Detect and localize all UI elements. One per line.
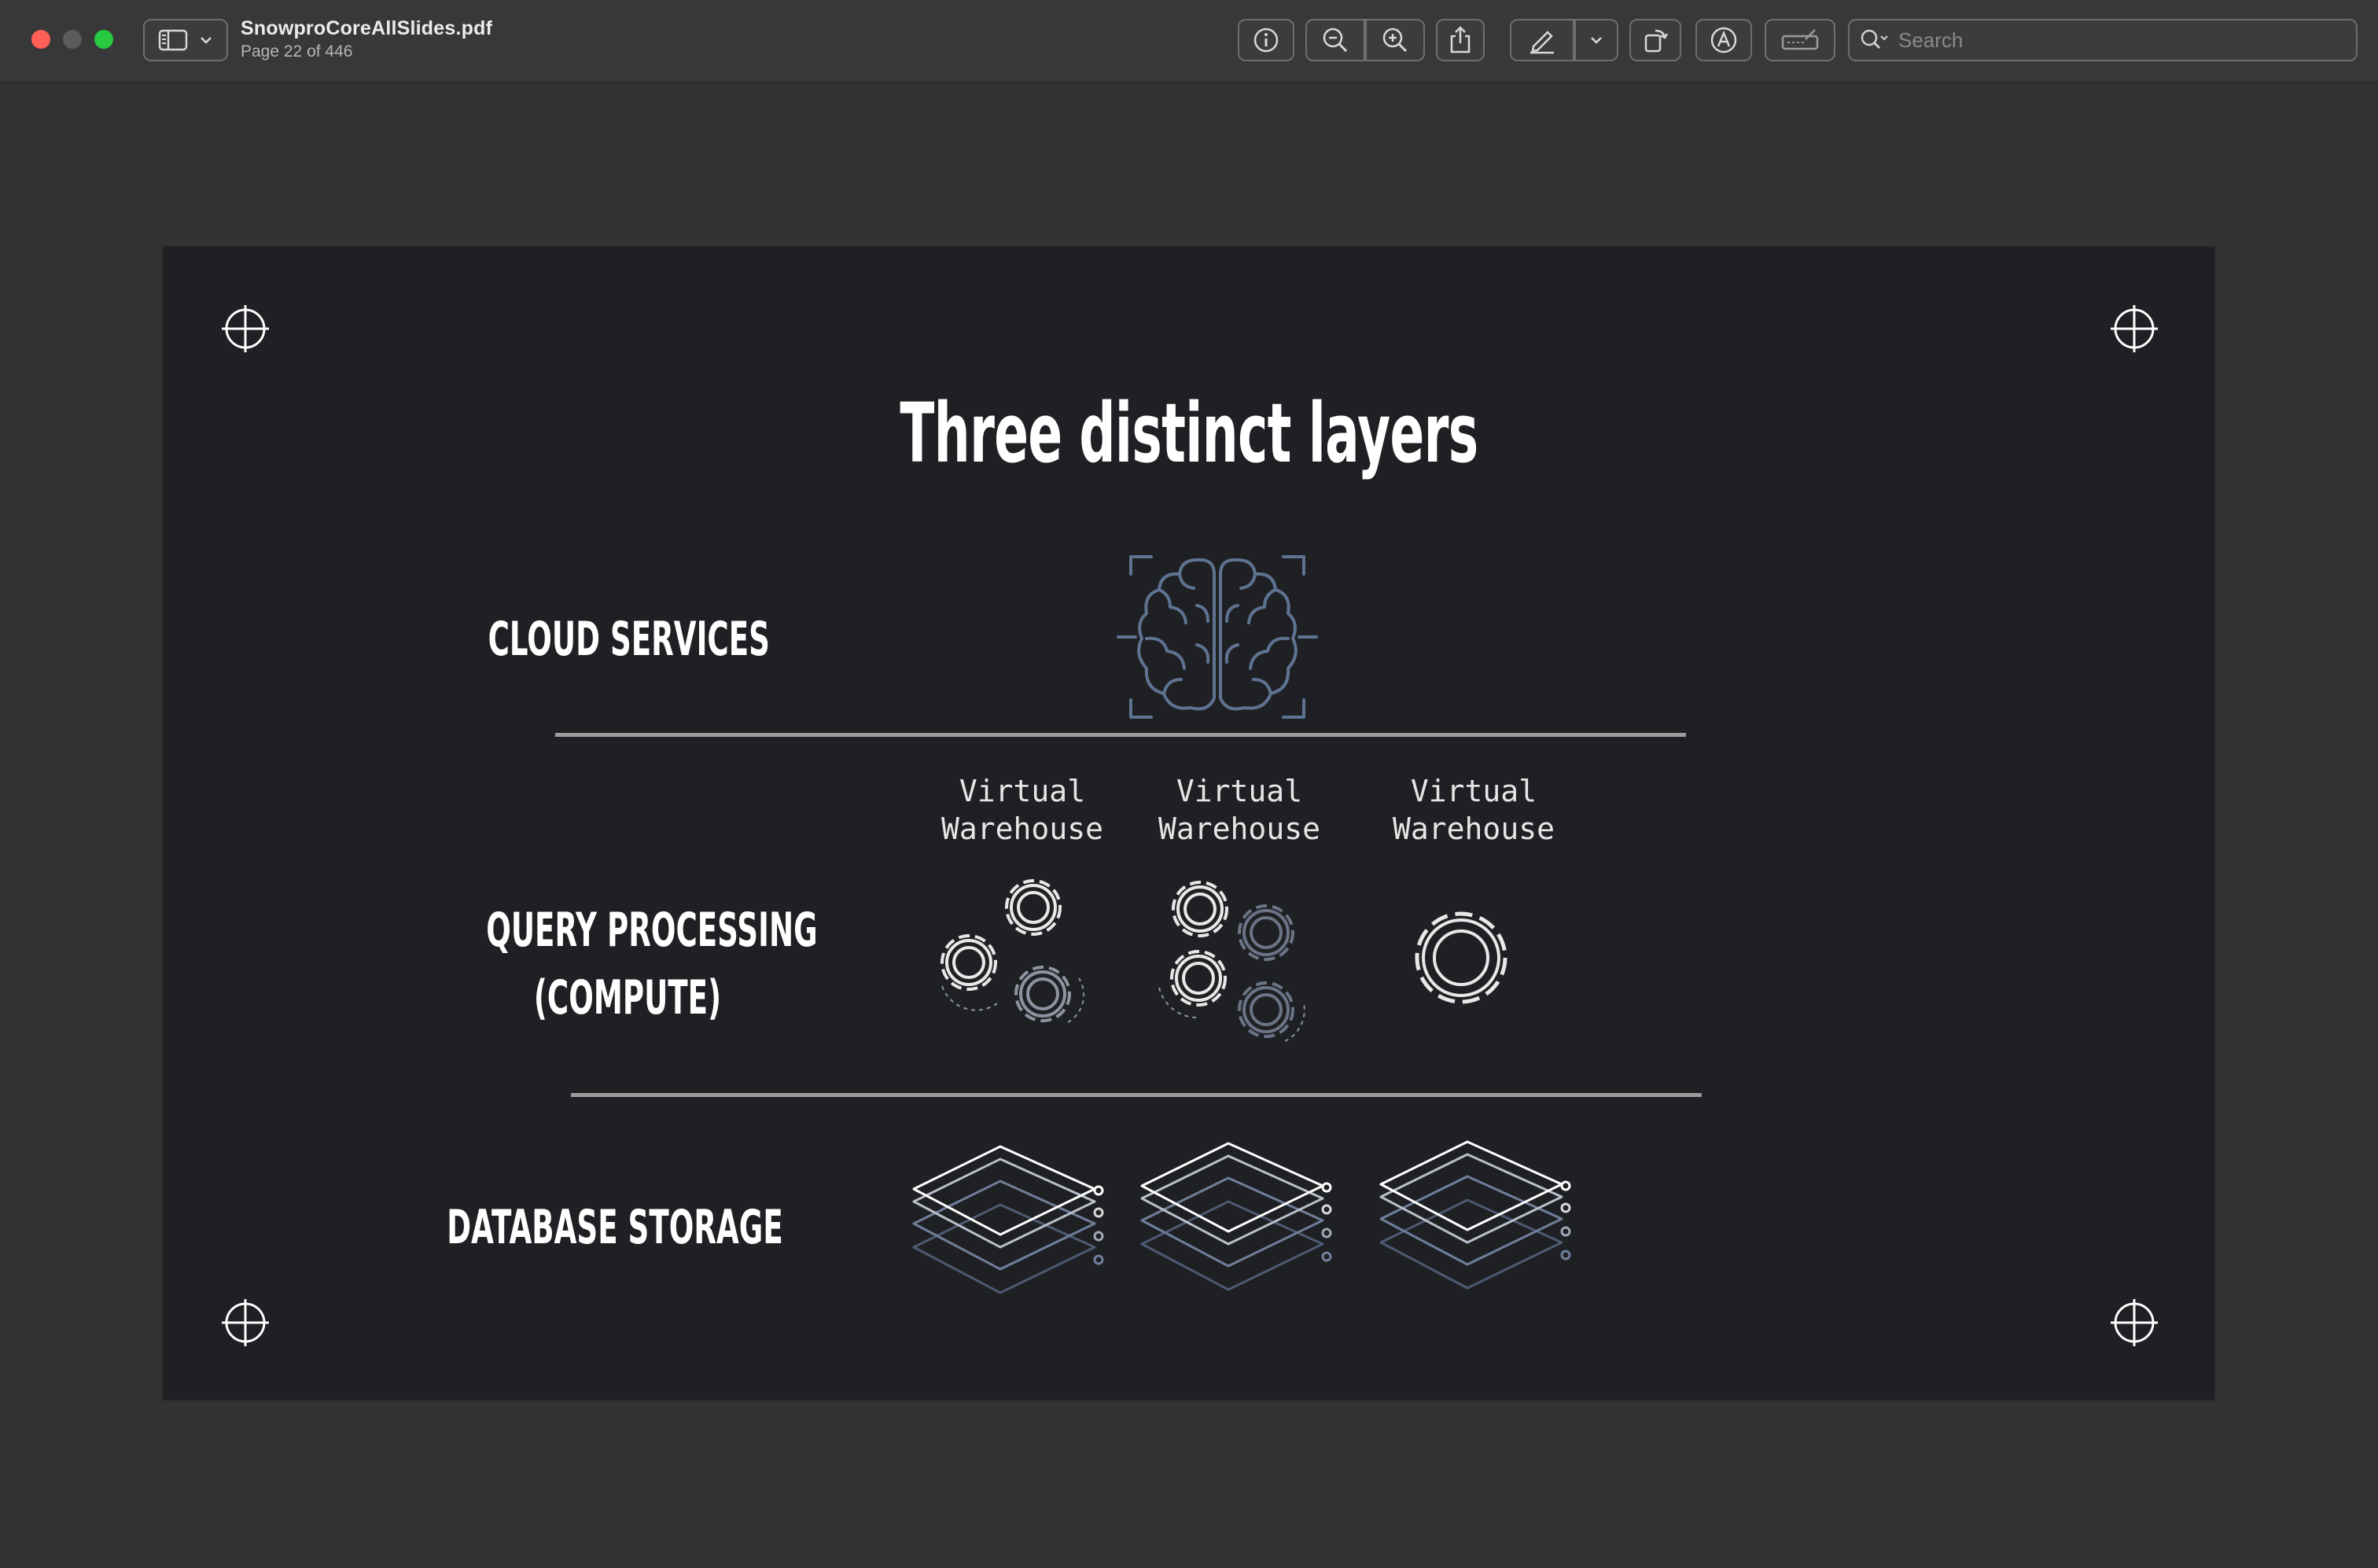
slide-title: Three distinct layers [900, 385, 1478, 481]
search-icon [1861, 29, 1888, 50]
page-indicator: Page 22 of 446 [241, 42, 353, 61]
markup-options-button[interactable] [1574, 19, 1618, 61]
storage-layers-icon [1379, 1140, 1571, 1290]
gears-icon [941, 879, 1085, 1023]
storage-layers-icon [912, 1145, 1104, 1294]
markup-button[interactable] [1510, 19, 1574, 61]
virtual-warehouse-label-2: Virtual Warehouse [1158, 774, 1320, 846]
search-field[interactable] [1848, 19, 2358, 61]
sidebar-toggle-button[interactable] [143, 19, 228, 61]
form-fill-button[interactable] [1765, 19, 1835, 61]
query-processing-label: QUERY PROCESSING (COMPUTE) [486, 903, 818, 1025]
zoom-in-icon [1382, 28, 1408, 53]
pen-icon [1530, 31, 1554, 54]
close-window-button[interactable] [31, 30, 50, 49]
crosshair-icon [2111, 1299, 2158, 1346]
rotate-icon [1644, 29, 1669, 53]
search-input[interactable] [1897, 27, 2340, 53]
storage-layers-icon [1140, 1142, 1332, 1291]
rotate-button[interactable] [1629, 19, 1681, 61]
zoom-in-button[interactable] [1365, 19, 1425, 61]
info-icon [1253, 28, 1279, 53]
cloud-services-label: CLOUD SERVICES [488, 612, 770, 667]
chevron-down-icon [201, 37, 212, 44]
gears-icon [1158, 881, 1305, 1042]
crosshair-icon [2111, 305, 2158, 352]
maximize-window-button[interactable] [94, 30, 113, 49]
share-button[interactable] [1436, 19, 1485, 61]
form-fill-icon [1781, 29, 1819, 50]
window-toolbar: SnowproCoreAllSlides.pdf Page 22 of 446 [0, 0, 2378, 83]
crosshair-icon [222, 1299, 269, 1346]
share-icon [1450, 26, 1471, 53]
zoom-out-button[interactable] [1305, 19, 1365, 61]
database-storage-label: DATABASE STORAGE [447, 1200, 783, 1255]
brain-icon [1117, 555, 1318, 719]
chevron-down-icon [1591, 37, 1602, 44]
annotate-icon [1710, 27, 1737, 53]
compute-divider [571, 1093, 1702, 1097]
document-title: SnowproCoreAllSlides.pdf [241, 17, 493, 39]
minimize-window-button[interactable] [63, 30, 82, 49]
zoom-out-icon [1323, 28, 1348, 53]
info-button[interactable] [1238, 19, 1294, 61]
virtual-warehouse-label-3: Virtual Warehouse [1393, 774, 1555, 846]
cloud-services-divider [555, 733, 1686, 737]
virtual-warehouse-label-1: Virtual Warehouse [941, 774, 1103, 846]
sidebar-icon [158, 29, 188, 51]
annotate-button[interactable] [1695, 19, 1752, 61]
gear-icon [1415, 911, 1507, 1004]
crosshair-icon [222, 305, 269, 352]
pdf-page: Three distinct layers CLOUD SERVICES Vir… [164, 247, 2214, 1400]
